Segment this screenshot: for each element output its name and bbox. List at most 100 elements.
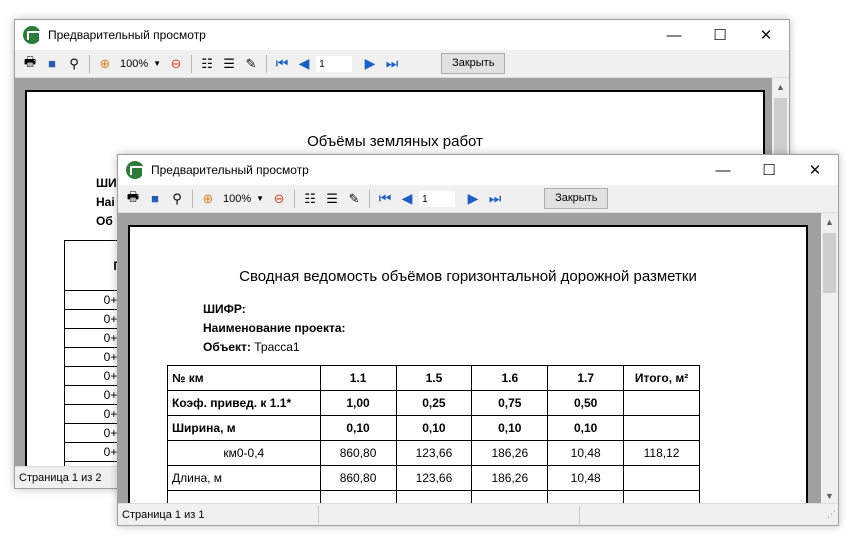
table-cell: 123,66 bbox=[395, 440, 473, 466]
titlebar[interactable]: Предварительный просмотр — ☐ ✕ bbox=[118, 155, 838, 185]
table-row: Длина, м 860,80 123,66 186,26 10,48 bbox=[167, 465, 700, 491]
table-cell: 0,25 bbox=[395, 390, 473, 416]
preview-area[interactable]: Сводная ведомость объёмов горизонтальной… bbox=[118, 213, 821, 504]
table-cell: 860,80 bbox=[319, 465, 397, 491]
scroll-up-icon[interactable]: ▲ bbox=[772, 78, 789, 95]
app-icon bbox=[23, 26, 41, 44]
table-cell bbox=[623, 465, 700, 491]
table-fragment: П 0+0 0+0 0+2 0+3 0+3 0+3 0+4 0+5 0+6 bbox=[64, 240, 124, 468]
close-button[interactable]: Закрыть bbox=[544, 188, 609, 209]
scroll-thumb[interactable] bbox=[823, 233, 836, 293]
document-page: Сводная ведомость объёмов горизонтальной… bbox=[128, 225, 808, 504]
table-cell: 10,48 bbox=[547, 465, 625, 491]
next-page-icon[interactable]: ▶ bbox=[359, 55, 381, 72]
titlebar[interactable]: Предварительный просмотр — ☐ ✕ bbox=[15, 20, 789, 50]
zoom-select[interactable]: 100% ▼ bbox=[219, 189, 268, 209]
object-label: Объект: bbox=[203, 340, 251, 354]
document-title: Сводная ведомость объёмов горизонтальной… bbox=[239, 268, 697, 285]
maximize-button[interactable]: ☐ bbox=[697, 20, 743, 50]
page-number-input[interactable]: 1 bbox=[418, 189, 457, 208]
table-cell: 0,10 bbox=[471, 415, 549, 441]
list-icon[interactable]: ☰ bbox=[218, 53, 240, 75]
zoom-in-icon[interactable]: ⊕ bbox=[197, 188, 219, 210]
scroll-thumb[interactable] bbox=[774, 98, 787, 158]
document-meta: ШИФР: Наименование проекта: Объект: Трас… bbox=[203, 300, 346, 357]
table-cell bbox=[471, 490, 549, 504]
first-page-icon[interactable]: ⏮ bbox=[374, 190, 396, 207]
save-icon[interactable]: ■ bbox=[41, 53, 63, 75]
close-window-button[interactable]: ✕ bbox=[743, 20, 789, 50]
table-cell: 123,66 bbox=[395, 465, 473, 491]
prev-page-icon[interactable]: ◀ bbox=[396, 190, 418, 207]
minimize-button[interactable]: — bbox=[651, 20, 697, 50]
status-bar: Страница 1 из 1 ⋰ bbox=[118, 503, 838, 525]
table-cell bbox=[547, 490, 625, 504]
vertical-scrollbar[interactable]: ▲ ▼ bbox=[821, 213, 838, 504]
table-row: Коэф. привед. к 1.1* 1,00 0,25 0,75 0,50 bbox=[167, 390, 700, 416]
status-divider bbox=[579, 505, 580, 524]
table-header-cell: 1.1 bbox=[319, 365, 397, 391]
close-window-button[interactable]: ✕ bbox=[792, 155, 838, 185]
binoculars-icon[interactable]: ⚲ bbox=[63, 53, 85, 75]
last-page-icon[interactable]: ⏭ bbox=[381, 55, 403, 72]
table-header-cell: Итого, м² bbox=[623, 365, 700, 391]
scroll-up-icon[interactable]: ▲ bbox=[821, 213, 838, 230]
table-cell bbox=[623, 490, 700, 504]
separator bbox=[89, 54, 90, 73]
cipher-label: ШИФР: bbox=[203, 302, 246, 316]
table-cell: 10,48 bbox=[547, 440, 625, 466]
table-row: 0+3 bbox=[65, 348, 124, 367]
preview-window-front: Предварительный просмотр — ☐ ✕ 🖶 ■ ⚲ ⊕ 1… bbox=[117, 154, 839, 526]
outline-icon[interactable]: ☷ bbox=[299, 188, 321, 210]
table-row: 0+4 bbox=[65, 405, 124, 424]
print-icon[interactable]: 🖶 bbox=[19, 53, 41, 75]
table-cell: 118,12 bbox=[623, 440, 700, 466]
list-icon[interactable]: ☰ bbox=[321, 188, 343, 210]
next-page-icon[interactable]: ▶ bbox=[462, 190, 484, 207]
column-header-fragment: П bbox=[65, 241, 124, 291]
separator bbox=[369, 189, 371, 208]
table-row: 0+0 bbox=[65, 310, 124, 329]
zoom-select[interactable]: 100% ▼ bbox=[116, 54, 165, 74]
table-cell bbox=[623, 390, 700, 416]
zoom-out-icon[interactable]: ⊖ bbox=[268, 188, 290, 210]
meta-fragment: Наі bbox=[96, 195, 115, 209]
maximize-button[interactable]: ☐ bbox=[746, 155, 792, 185]
table-cell bbox=[395, 490, 473, 504]
object-value: Трасса1 bbox=[254, 340, 300, 354]
table-cell bbox=[319, 490, 397, 504]
separator bbox=[191, 54, 193, 73]
toolbar: 🖶 ■ ⚲ ⊕ 100% ▼ ⊖ ☷ ☰ ✎ ⏮ ◀ 1 ▶ ⏭ Закрыть bbox=[118, 185, 838, 213]
save-icon[interactable]: ■ bbox=[144, 188, 166, 210]
table-cell: 0,75 bbox=[471, 390, 549, 416]
table-cell: Длина, м bbox=[167, 465, 321, 491]
zoom-out-icon[interactable]: ⊖ bbox=[165, 53, 187, 75]
minimize-button[interactable]: — bbox=[700, 155, 746, 185]
page-number-input[interactable]: 1 bbox=[315, 54, 354, 73]
table-header-cell: 1.5 bbox=[395, 365, 473, 391]
table-row: 0+2 bbox=[65, 329, 124, 348]
prev-page-icon[interactable]: ◀ bbox=[293, 55, 315, 72]
resize-grip-icon[interactable]: ⋰ bbox=[827, 509, 836, 520]
meta-fragment: ШИ bbox=[96, 176, 117, 190]
zoom-in-icon[interactable]: ⊕ bbox=[94, 53, 116, 75]
object-line: Объект: Трасса1 bbox=[203, 338, 346, 357]
row-fragments: 0+0 0+0 0+2 0+3 0+3 0+3 0+4 0+5 0+6 bbox=[65, 291, 124, 462]
close-button[interactable]: Закрыть bbox=[441, 53, 506, 74]
app-icon bbox=[126, 161, 144, 179]
table-cell: 0,50 bbox=[547, 390, 625, 416]
first-page-icon[interactable]: ⏮ bbox=[271, 55, 293, 72]
table-header-cell: 1.6 bbox=[471, 365, 549, 391]
table-cell: км0-0,4 bbox=[167, 440, 321, 466]
binoculars-icon[interactable]: ⚲ bbox=[166, 188, 188, 210]
edit-icon[interactable]: ✎ bbox=[240, 53, 262, 75]
edit-icon[interactable]: ✎ bbox=[343, 188, 365, 210]
separator bbox=[294, 189, 296, 208]
outline-icon[interactable]: ☷ bbox=[196, 53, 218, 75]
table-cell: 860,80 bbox=[319, 440, 397, 466]
table-cell: 186,26 bbox=[471, 440, 549, 466]
print-icon[interactable]: 🖶 bbox=[122, 188, 144, 210]
table-row: 0+3 bbox=[65, 367, 124, 386]
last-page-icon[interactable]: ⏭ bbox=[484, 190, 506, 207]
scroll-down-icon[interactable]: ▼ bbox=[821, 487, 838, 504]
